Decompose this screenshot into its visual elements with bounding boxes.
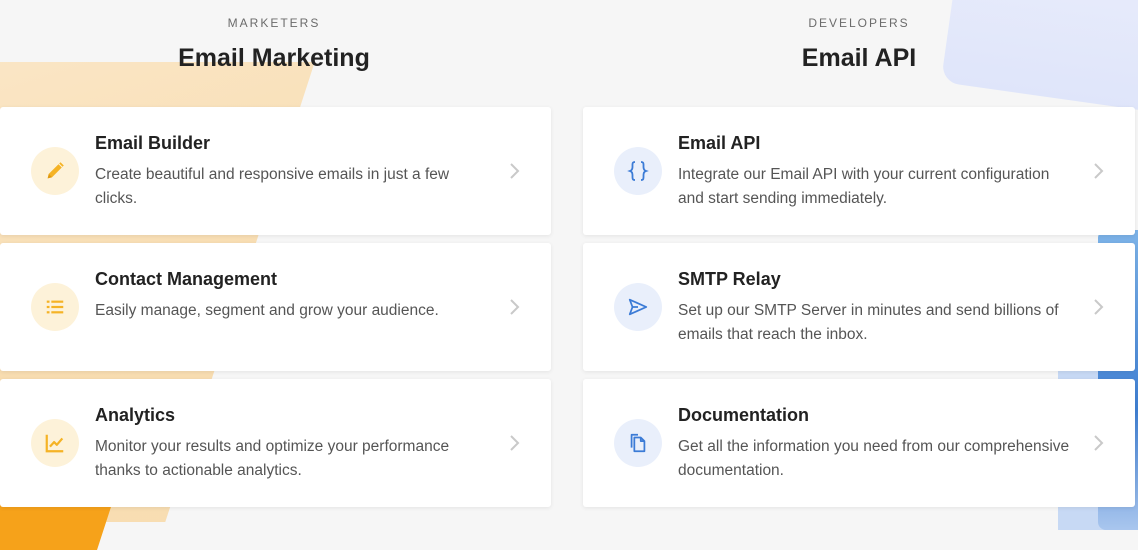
send-icon [614, 283, 662, 331]
card-documentation[interactable]: Documentation Get all the information yo… [583, 379, 1135, 507]
braces-icon [614, 147, 662, 195]
developers-eyebrow: DEVELOPERS [808, 16, 910, 30]
chevron-right-icon [1094, 435, 1104, 451]
developers-title: Email API [801, 44, 917, 72]
card-title: Email Builder [95, 133, 211, 153]
list-icon [31, 283, 79, 331]
card-title: Contact Management [95, 269, 278, 289]
card-email-api[interactable]: Email API Integrate our Email API with y… [583, 107, 1135, 235]
marketers-header: MARKETERS Email Marketing [0, 0, 548, 90]
marketers-eyebrow: MARKETERS [227, 16, 321, 30]
card-smtp-relay[interactable]: SMTP Relay Set up our SMTP Server in min… [583, 243, 1135, 371]
developers-header: DEVELOPERS Email API [583, 0, 1135, 90]
pencil-icon [31, 147, 79, 195]
card-description: Create beautiful and responsive emails i… [95, 166, 450, 207]
card-analytics[interactable]: Analytics Monitor your results and optim… [0, 379, 551, 507]
chevron-right-icon [1094, 163, 1104, 179]
card-title: Documentation [678, 405, 810, 425]
card-description: Integrate our Email API with your curren… [678, 166, 1050, 207]
card-description: Monitor your results and optimize your p… [95, 438, 450, 479]
chevron-right-icon [1094, 299, 1104, 315]
card-description: Set up our SMTP Server in minutes and se… [678, 302, 1059, 343]
marketers-title: Email Marketing [178, 44, 370, 72]
chevron-right-icon [510, 163, 520, 179]
card-email-builder[interactable]: Email Builder Create beautiful and respo… [0, 107, 551, 235]
card-title: Analytics [95, 405, 176, 425]
chart-icon [31, 419, 79, 467]
document-icon [614, 419, 662, 467]
card-description: Easily manage, segment and grow your aud… [95, 302, 439, 319]
card-description: Get all the information you need from ou… [678, 438, 1070, 479]
card-contact-management[interactable]: Contact Management Easily manage, segmen… [0, 243, 551, 371]
card-title: SMTP Relay [678, 269, 781, 289]
chevron-right-icon [510, 299, 520, 315]
chevron-right-icon [510, 435, 520, 451]
card-title: Email API [678, 133, 761, 153]
